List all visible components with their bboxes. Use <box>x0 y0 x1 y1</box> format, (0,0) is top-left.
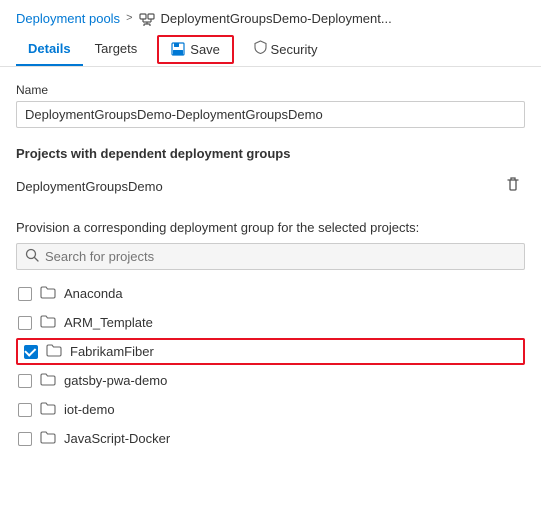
project-checkbox[interactable] <box>18 316 32 330</box>
tab-security[interactable]: Security <box>242 32 330 67</box>
provision-label: Provision a corresponding deployment gro… <box>16 220 525 235</box>
dependent-project-row: DeploymentGroupsDemo <box>16 169 525 204</box>
tabs-bar: Details Targets Save Security <box>0 32 541 67</box>
list-item: gatsby-pwa-demo <box>16 367 525 394</box>
folder-icon <box>40 372 56 389</box>
folder-icon <box>40 401 56 418</box>
dependent-project-name: DeploymentGroupsDemo <box>16 179 163 194</box>
save-button[interactable]: Save <box>157 35 234 64</box>
tab-details[interactable]: Details <box>16 33 83 66</box>
list-item: JavaScript-Docker <box>16 425 525 452</box>
name-input[interactable] <box>16 101 525 128</box>
search-input[interactable] <box>45 249 516 264</box>
folder-icon <box>46 343 62 360</box>
search-box <box>16 243 525 270</box>
security-icon <box>254 40 267 54</box>
save-icon <box>171 42 185 56</box>
project-name: iot-demo <box>64 402 115 417</box>
project-name: Anaconda <box>64 286 123 301</box>
folder-icon <box>40 285 56 302</box>
search-icon <box>25 248 39 265</box>
breadcrumb-current: DeploymentGroupsDemo-Deployment... <box>161 11 392 26</box>
folder-icon <box>40 314 56 331</box>
breadcrumb-link[interactable]: Deployment pools <box>16 11 120 26</box>
delete-project-button[interactable] <box>501 173 525 200</box>
tab-targets[interactable]: Targets <box>83 33 150 66</box>
list-item: ARM_Template <box>16 309 525 336</box>
list-item: iot-demo <box>16 396 525 423</box>
project-name: ARM_Template <box>64 315 153 330</box>
name-label: Name <box>16 83 525 97</box>
project-name: FabrikamFiber <box>70 344 154 359</box>
deployment-groups-icon <box>139 10 155 26</box>
list-item: FabrikamFiber <box>16 338 525 365</box>
main-content: Name Projects with dependent deployment … <box>0 67 541 452</box>
project-checkbox[interactable] <box>24 345 38 359</box>
project-name: JavaScript-Docker <box>64 431 170 446</box>
list-item: Anaconda <box>16 280 525 307</box>
name-field-group: Name <box>16 83 525 128</box>
breadcrumb: Deployment pools > DeploymentGroupsDemo-… <box>0 0 541 32</box>
breadcrumb-separator: > <box>126 12 132 24</box>
project-checkbox[interactable] <box>18 432 32 446</box>
project-checkbox[interactable] <box>18 403 32 417</box>
project-checkbox[interactable] <box>18 374 32 388</box>
projects-section-title: Projects with dependent deployment group… <box>16 146 525 161</box>
project-list: Anaconda ARM_Template FabrikamFiber gats… <box>16 280 525 452</box>
project-checkbox[interactable] <box>18 287 32 301</box>
project-name: gatsby-pwa-demo <box>64 373 167 388</box>
folder-icon <box>40 430 56 447</box>
